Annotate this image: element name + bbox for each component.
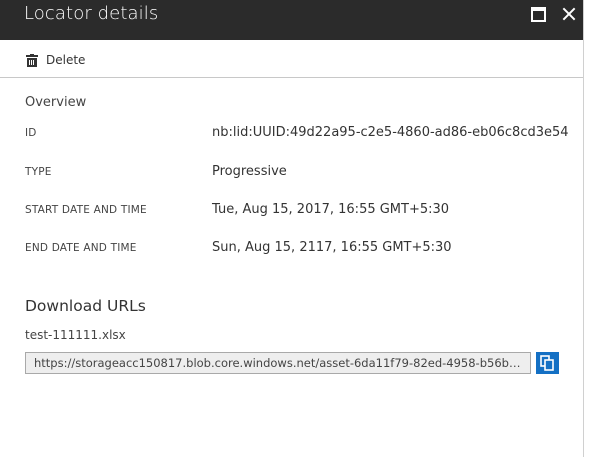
overview-heading: Overview	[25, 95, 87, 110]
download-urls-heading: Download URLs	[25, 297, 146, 315]
copy-icon	[540, 355, 554, 371]
command-bar: Delete	[0, 40, 583, 78]
id-value: nb:lid:UUID:49d22a95-c2e5-4860-ad86-eb06…	[212, 125, 569, 140]
delete-label: Delete	[46, 53, 86, 67]
end-date-value: Sun, Aug 15, 2117, 16:55 GMT+5:30	[212, 240, 452, 255]
file-name: test-111111.xlsx	[25, 328, 126, 342]
window-title: Locator details	[24, 3, 159, 24]
copy-button[interactable]	[536, 352, 559, 374]
type-label: TYPE	[25, 166, 52, 178]
start-date-label: START DATE AND TIME	[25, 204, 147, 216]
delete-button[interactable]: Delete	[26, 52, 85, 68]
id-label: ID	[25, 127, 37, 139]
close-icon[interactable]	[560, 6, 578, 22]
scrollbar[interactable]	[584, 0, 592, 457]
title-bar: Locator details	[0, 0, 583, 40]
maximize-icon[interactable]	[530, 6, 548, 22]
trash-icon	[26, 53, 38, 67]
download-url-field[interactable]: https://storageacc150817.blob.core.windo…	[25, 352, 531, 374]
type-value: Progressive	[212, 164, 287, 179]
end-date-label: END DATE AND TIME	[25, 242, 137, 254]
start-date-value: Tue, Aug 15, 2017, 16:55 GMT+5:30	[212, 202, 450, 217]
